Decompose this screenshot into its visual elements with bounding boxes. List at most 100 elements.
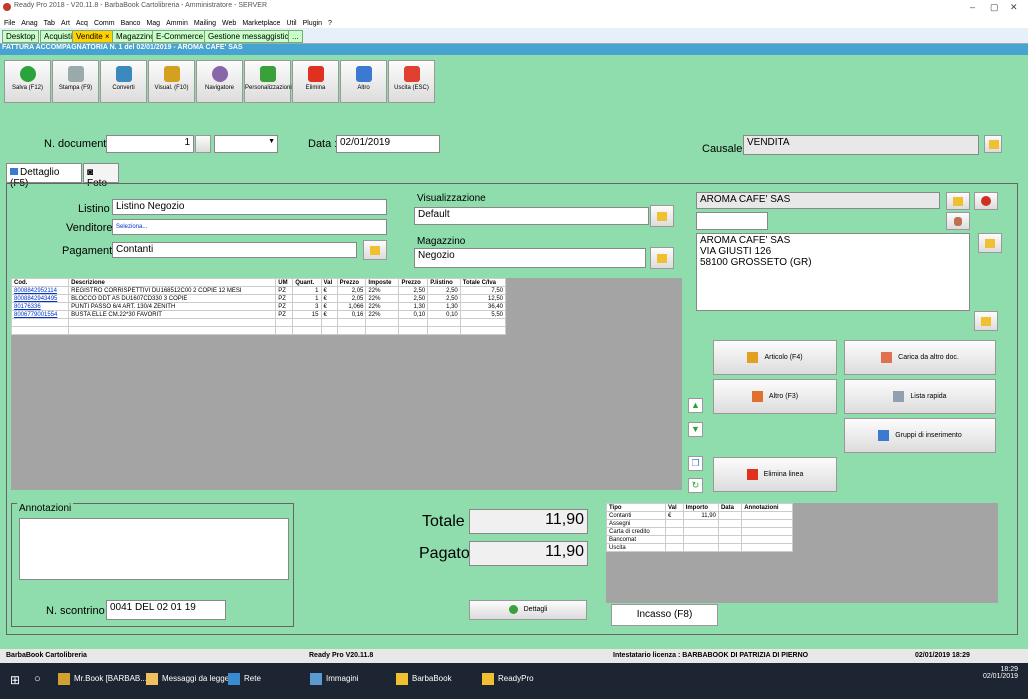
taskbar-item[interactable]: Immagini	[310, 673, 358, 685]
column-header[interactable]: Prezzo	[398, 278, 429, 287]
start-icon[interactable]: ⊞	[10, 673, 20, 687]
elimina-linea-button[interactable]: Elimina linea	[713, 457, 837, 492]
taskbar-item[interactable]: Mr.Book [BARBAB...	[58, 673, 147, 685]
tab-messaggistica[interactable]: Gestione messaggistica	[204, 30, 297, 43]
navigator-button[interactable]: Navigatore	[196, 60, 243, 103]
customer-clear-button[interactable]	[974, 192, 998, 210]
visualizzazione-folder-button[interactable]	[650, 205, 674, 227]
taskbar-item[interactable]: Messaggi da legger...	[146, 673, 238, 685]
table-row[interactable]: 8008842943495 BLOCCO DDT AS DU1607CD330 3…	[10, 294, 507, 303]
tab-ecommerce[interactable]: E-Commerce	[152, 30, 208, 43]
column-header[interactable]: Quant.	[292, 278, 322, 287]
n-documento-input[interactable]: 1	[106, 135, 194, 153]
carica-button[interactable]: Carica da altro doc.	[844, 340, 996, 375]
pagamento-folder-button[interactable]	[363, 240, 387, 260]
column-header[interactable]: P.listino	[427, 278, 461, 287]
listino-select[interactable]: Listino Negozio	[112, 199, 387, 215]
gruppi-button[interactable]: Gruppi di inserimento	[844, 418, 996, 453]
menu-item[interactable]: Comm	[94, 20, 115, 27]
magazzino-folder-button[interactable]	[650, 247, 674, 269]
close-icon[interactable]: ✕	[1010, 2, 1018, 13]
visualizzazione-select[interactable]: Default	[414, 207, 649, 225]
menu-item[interactable]: Plugin	[303, 20, 322, 27]
dettagli-button[interactable]: Dettagli	[469, 600, 587, 620]
menu-item[interactable]: Mag	[146, 20, 160, 27]
menu-item[interactable]: Ammin	[166, 20, 188, 27]
tab-desktop[interactable]: Desktop	[2, 30, 40, 43]
taskbar-item[interactable]: ReadyPro	[482, 673, 534, 685]
column-header[interactable]: Imposte	[365, 278, 400, 287]
column-header[interactable]: Val	[320, 278, 338, 287]
taskbar-clock[interactable]: 18:29 02/01/2019	[983, 666, 1018, 680]
column-header[interactable]: Prezzo	[336, 278, 367, 287]
table-row[interactable]: Assegni	[606, 519, 793, 528]
causale-folder-button[interactable]	[984, 135, 1002, 153]
customer-name-input[interactable]: AROMA CAFE' SAS	[696, 192, 940, 209]
table-row[interactable]: 80176336 PUNTI PASSO 6/4 ART. 130/4 ZENIT…	[10, 302, 507, 311]
column-header[interactable]: Totale C/Iva	[459, 278, 507, 287]
menu-item[interactable]: Banco	[121, 20, 141, 27]
table-row[interactable]: Contanti €11,90	[606, 511, 793, 520]
pagamento-select[interactable]: Contanti	[112, 242, 357, 258]
table-row[interactable]: Uscita	[606, 543, 793, 552]
lista-rapida-button[interactable]: Lista rapida	[844, 379, 996, 414]
move-up-button[interactable]: ▲	[688, 398, 703, 413]
customer-person-button[interactable]	[946, 212, 970, 230]
causale-input[interactable]: VENDITA	[743, 135, 979, 155]
menu-item[interactable]: Web	[222, 20, 236, 27]
address-folder-button[interactable]	[978, 233, 1002, 253]
refresh-button[interactable]: ↻	[688, 478, 703, 493]
delete-button[interactable]: Elimina	[292, 60, 339, 103]
exit-button[interactable]: Uscita (ESC)	[388, 60, 435, 103]
menu-item[interactable]: Anag	[21, 20, 37, 27]
customize-button[interactable]: Personalizzazioni	[244, 60, 292, 103]
tab-vendite[interactable]: Vendite ×	[72, 30, 114, 43]
other-button[interactable]: Altro	[340, 60, 387, 103]
menu-item[interactable]: Util	[286, 20, 296, 27]
menu-item[interactable]: Marketplace	[242, 20, 280, 27]
menu-item[interactable]: ?	[328, 20, 332, 27]
data-input[interactable]: 02/01/2019	[336, 135, 440, 153]
menu-item[interactable]: Mailing	[194, 20, 216, 27]
column-header[interactable]: Cod.	[10, 278, 70, 287]
table-row[interactable]: 8006779001554 BUSTA ELLE CM.22*30 FAVORIT…	[10, 310, 507, 319]
search-icon[interactable]: ○	[34, 673, 41, 685]
empty-row[interactable]	[10, 318, 507, 327]
annotazioni-textarea[interactable]	[19, 518, 289, 580]
customer-code-input[interactable]	[696, 212, 768, 230]
view-button[interactable]: Visual. (F10)	[148, 60, 195, 103]
n-documento-button[interactable]	[195, 135, 211, 153]
tab-more[interactable]: ...	[288, 30, 303, 43]
altro-button[interactable]: Altro (F3)	[713, 379, 837, 414]
maximize-icon[interactable]: ▢	[990, 2, 999, 13]
magazzino-input[interactable]: Negozio	[414, 248, 646, 268]
subtab-foto[interactable]: ◙ Foto	[83, 163, 119, 189]
tab-acquisti[interactable]: Acquisti	[40, 30, 77, 43]
extra-folder-button[interactable]	[974, 311, 998, 331]
venditore-input[interactable]: Seleziona...	[112, 219, 387, 235]
menu-item[interactable]: File	[4, 20, 15, 27]
column-header[interactable]: Descrizione	[68, 278, 277, 287]
menu-item[interactable]: Acq	[76, 20, 88, 27]
customer-folder-button[interactable]	[946, 192, 970, 210]
subtab-dettaglio[interactable]: Dettaglio (F5)	[6, 163, 82, 189]
print-button[interactable]: Stampa (F9)	[52, 60, 99, 103]
table-row[interactable]: Bancomat	[606, 535, 793, 544]
menu-item[interactable]: Tab	[44, 20, 55, 27]
table-row[interactable]: 8008842952114 REGISTRO CORRISPETTIVI DU16…	[10, 286, 507, 295]
minimize-icon[interactable]: –	[970, 2, 975, 12]
empty-row[interactable]	[10, 326, 507, 335]
table-row[interactable]: Carta di credito	[606, 527, 793, 536]
serie-select[interactable]: ▼	[214, 135, 278, 153]
taskbar-item[interactable]: Rete	[228, 673, 261, 685]
scontrino-input[interactable]: 0041 DEL 02 01 19	[106, 600, 226, 620]
copy-button[interactable]: ❐	[688, 456, 703, 471]
incasso-button[interactable]: Incasso (F8)	[611, 604, 718, 626]
convert-button[interactable]: Converti	[100, 60, 147, 103]
articolo-button[interactable]: Articolo (F4)	[713, 340, 837, 375]
menu-item[interactable]: Art	[61, 20, 70, 27]
column-header[interactable]: UM	[275, 278, 294, 287]
move-down-button[interactable]: ▼	[688, 422, 703, 437]
save-button[interactable]: Salva (F12)	[4, 60, 51, 103]
taskbar-item[interactable]: BarbaBook	[396, 673, 452, 685]
